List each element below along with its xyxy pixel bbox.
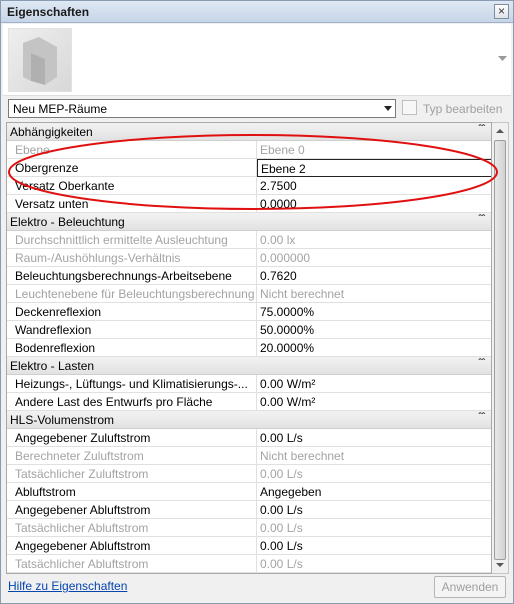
property-row[interactable]: Heizungs-, Lüftungs- und Klimatisierungs… bbox=[7, 375, 491, 393]
property-row: Berechneter Zuluftstrom Nicht berechnet bbox=[7, 447, 491, 465]
scrollbar-thumb[interactable] bbox=[494, 140, 506, 560]
close-icon[interactable]: × bbox=[494, 4, 509, 19]
property-value: Ebene 0 bbox=[260, 143, 305, 157]
property-value: Nicht berechnet bbox=[260, 449, 345, 463]
type-selector-value: Neu MEP-Räume bbox=[13, 102, 108, 116]
property-value: 0.000000 bbox=[260, 251, 311, 265]
collapse-chevron-icon[interactable]: ˆˆ bbox=[478, 124, 485, 135]
property-name: Andere Last des Entwurfs pro Fläche bbox=[7, 393, 257, 411]
property-value[interactable]: 0.7620 bbox=[257, 267, 491, 285]
property-row[interactable]: Angegebener Abluftstrom 0.00 L/s bbox=[7, 537, 491, 555]
category-label: Elektro - Beleuchtung bbox=[10, 215, 125, 229]
property-name: Wandreflexion bbox=[7, 321, 257, 339]
property-value[interactable]: 0.00 L/s bbox=[257, 501, 491, 519]
property-name: Tatsächlicher Abluftstrom bbox=[7, 555, 257, 573]
chevron-down-icon[interactable] bbox=[384, 106, 392, 111]
property-value: Nicht berechnet bbox=[260, 287, 345, 301]
property-name: Tatsächlicher Zuluftstrom bbox=[7, 465, 257, 483]
property-row[interactable]: Beleuchtungsberechnungs-Arbeitsebene 0.76… bbox=[7, 267, 491, 285]
property-row: Leuchtenebene für Beleuchtungsberechnung… bbox=[7, 285, 491, 303]
property-value: 0.00 L/s bbox=[260, 467, 303, 481]
type-selector-row: Neu MEP-Räume Typ bearbeiten bbox=[3, 97, 511, 121]
scroll-up-icon[interactable] bbox=[496, 129, 504, 133]
category-header[interactable]: Abhängigkeiten ˆˆ bbox=[7, 123, 491, 141]
edit-type-label: Typ bearbeiten bbox=[423, 102, 503, 116]
help-link[interactable]: Hilfe zu Eigenschaften bbox=[8, 579, 127, 593]
property-row: Tatsächlicher Abluftstrom 0.00 L/s bbox=[7, 555, 491, 573]
property-name: Abluftstrom bbox=[7, 483, 257, 501]
property-grid-scrollbar[interactable] bbox=[492, 122, 509, 574]
property-value: 0.00 L/s bbox=[260, 557, 303, 571]
property-value[interactable]: 0.0000 bbox=[257, 195, 491, 213]
property-value[interactable]: 0.00 L/s bbox=[257, 537, 491, 555]
property-value[interactable]: 2.7500 bbox=[257, 177, 491, 195]
collapse-chevron-icon[interactable]: ˆˆ bbox=[478, 358, 485, 369]
property-name: Bodenreflexion bbox=[7, 339, 257, 357]
property-row[interactable]: Versatz Oberkante 2.7500 bbox=[7, 177, 491, 195]
property-row: Tatsächlicher Zuluftstrom 0.00 L/s bbox=[7, 465, 491, 483]
property-name: Leuchtenebene für Beleuchtungsberechnung bbox=[7, 285, 257, 303]
property-value[interactable]: 0.00 W/m² bbox=[257, 375, 491, 393]
property-name: Ebene bbox=[7, 141, 257, 159]
property-name: Heizungs-, Lüftungs- und Klimatisierungs… bbox=[7, 375, 257, 393]
property-row: Raum-/Aushöhlungs-Verhältnis 0.000000 bbox=[7, 249, 491, 267]
property-row: Ebene Ebene 0 bbox=[7, 141, 491, 159]
property-name: Beleuchtungsberechnungs-Arbeitsebene bbox=[7, 267, 257, 285]
property-name: Deckenreflexion bbox=[7, 303, 257, 321]
category-label: Elektro - Lasten bbox=[10, 359, 95, 373]
property-row[interactable]: Angegebener Abluftstrom 0.00 L/s bbox=[7, 501, 491, 519]
property-row[interactable]: Bodenreflexion 20.0000% bbox=[7, 339, 491, 357]
property-name: Angegebener Abluftstrom bbox=[7, 501, 257, 519]
property-value[interactable]: 75.0000% bbox=[257, 303, 491, 321]
category-label: HLS-Volumenstrom bbox=[10, 413, 115, 427]
property-grid: Abhängigkeiten ˆˆ Ebene Ebene 0 Obergrenze Eb… bbox=[6, 122, 492, 574]
collapse-chevron-icon[interactable]: ˆˆ bbox=[478, 412, 485, 423]
edit-type-icon bbox=[402, 100, 417, 115]
property-name: Angegebener Abluftstrom bbox=[7, 537, 257, 555]
category-header[interactable]: HLS-Volumenstrom ˆˆ bbox=[7, 411, 491, 429]
properties-panel: Eigenschaften × Neu MEP-Räume Typ bearbe… bbox=[0, 0, 514, 604]
property-row[interactable]: Abluftstrom Angegeben bbox=[7, 483, 491, 501]
property-row[interactable]: Wandreflexion 50.0000% bbox=[7, 321, 491, 339]
property-name: Raum-/Aushöhlungs-Verhältnis bbox=[7, 249, 257, 267]
category-header[interactable]: Elektro - Beleuchtung ˆˆ bbox=[7, 213, 491, 231]
scroll-down-icon[interactable] bbox=[496, 563, 504, 567]
property-value[interactable]: 20.0000% bbox=[257, 339, 491, 357]
property-name: Tatsächlicher Abluftstrom bbox=[7, 519, 257, 537]
property-value[interactable]: 50.0000% bbox=[257, 321, 491, 339]
property-value: 0.00 lx bbox=[260, 233, 296, 247]
property-row[interactable]: Andere Last des Entwurfs pro Fläche 0.00 … bbox=[7, 393, 491, 411]
property-value: 0.00 L/s bbox=[260, 521, 303, 535]
preview-dropdown-icon[interactable] bbox=[498, 54, 507, 63]
property-name: Berechneter Zuluftstrom bbox=[7, 447, 257, 465]
type-preview bbox=[3, 24, 511, 96]
collapse-chevron-icon[interactable]: ˆˆ bbox=[478, 214, 485, 225]
property-value[interactable]: Ebene 2 bbox=[257, 159, 491, 177]
panel-footer: Hilfe zu Eigenschaften Anwenden bbox=[3, 575, 511, 603]
edit-type-button[interactable]: Typ bearbeiten bbox=[401, 99, 507, 118]
property-name: Obergrenze bbox=[7, 159, 257, 177]
panel-title: Eigenschaften bbox=[7, 5, 90, 19]
type-selector-dropdown[interactable]: Neu MEP-Räume bbox=[8, 99, 396, 118]
property-value[interactable]: 0.00 W/m² bbox=[257, 393, 491, 411]
property-row[interactable]: Angegebener Zuluftstrom 0.00 L/s bbox=[7, 429, 491, 447]
property-row[interactable]: Versatz unten 0.0000 bbox=[7, 195, 491, 213]
property-name: Versatz unten bbox=[7, 195, 257, 213]
property-row: Durchschnittlich ermittelte Ausleuchtung… bbox=[7, 231, 491, 249]
room-thumbnail-icon bbox=[8, 28, 72, 92]
category-label: Abhängigkeiten bbox=[10, 125, 93, 139]
property-value[interactable]: Angegeben bbox=[257, 483, 491, 501]
panel-titlebar[interactable]: Eigenschaften × bbox=[1, 1, 513, 23]
property-name: Durchschnittlich ermittelte Ausleuchtung bbox=[7, 231, 257, 249]
property-name: Versatz Oberkante bbox=[7, 177, 257, 195]
property-value[interactable]: 0.00 L/s bbox=[257, 429, 491, 447]
apply-button[interactable]: Anwenden bbox=[434, 576, 506, 598]
property-row[interactable]: Deckenreflexion 75.0000% bbox=[7, 303, 491, 321]
property-name: Angegebener Zuluftstrom bbox=[7, 429, 257, 447]
property-row[interactable]: Obergrenze Ebene 2 bbox=[7, 159, 491, 177]
category-header[interactable]: Elektro - Lasten ˆˆ bbox=[7, 357, 491, 375]
property-row: Tatsächlicher Abluftstrom 0.00 L/s bbox=[7, 519, 491, 537]
